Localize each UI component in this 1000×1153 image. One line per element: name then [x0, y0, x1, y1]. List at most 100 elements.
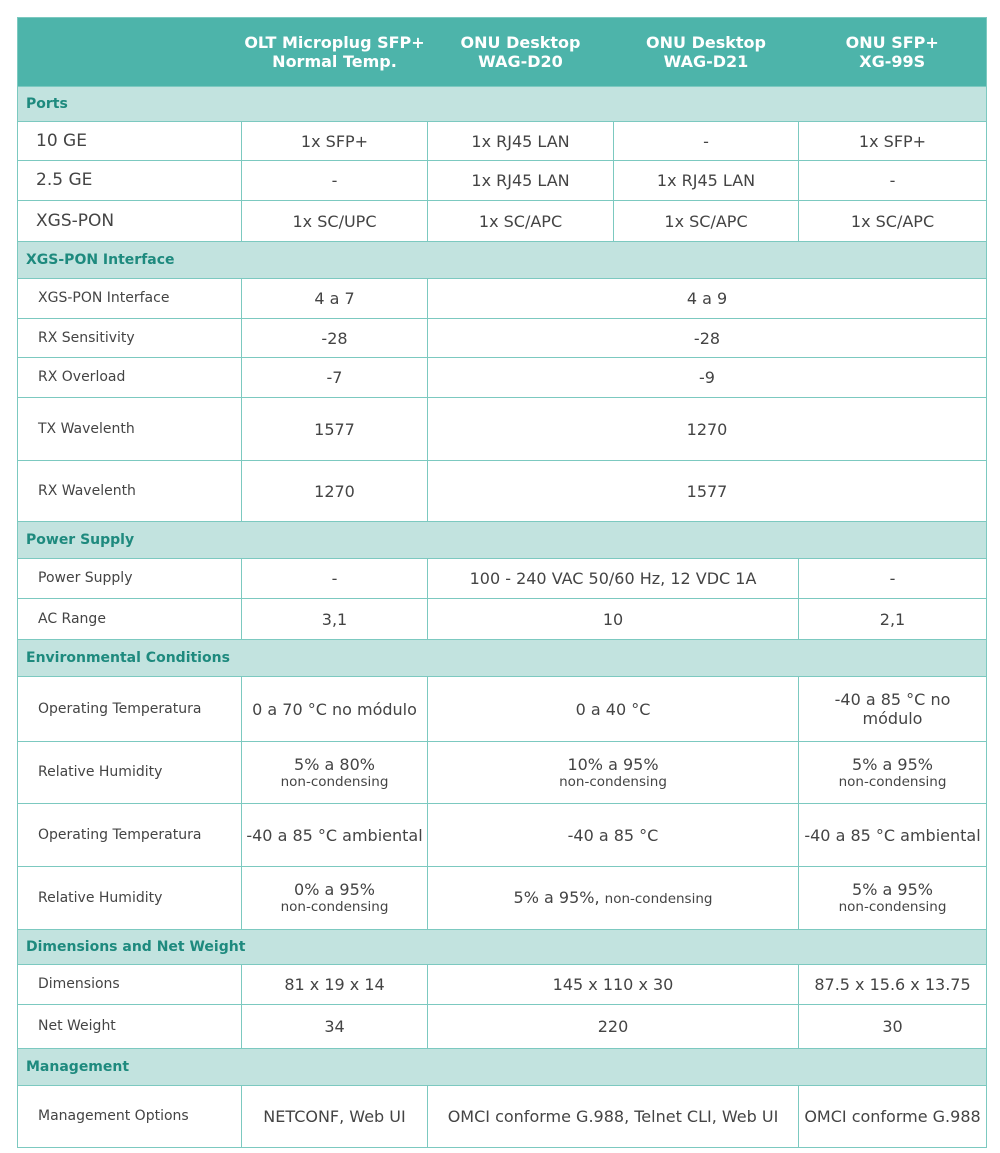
table-cell: NETCONF, Web UI: [241, 1085, 428, 1148]
table-row: 10 GE 1x SFP+ 1x RJ45 LAN - 1x SFP+: [17, 121, 987, 161]
table-cell: 1x SFP+: [798, 121, 987, 161]
cell-value: -28: [693, 328, 721, 348]
cell-value: -7: [326, 368, 343, 387]
table-row: XGS-PON Interface 4 a 7 4 a 9: [17, 278, 987, 319]
table-cell: 1270: [241, 460, 428, 522]
table-cell: -28: [241, 318, 428, 358]
table-row: RX Wavelenth 1270 1577: [17, 460, 987, 522]
cell-value: 1x SFP+: [300, 131, 369, 151]
column-header: ONU Desktop WAG-D21: [613, 17, 799, 87]
table-cell: 1577: [241, 397, 428, 461]
cell-value: -: [889, 171, 896, 190]
table-cell: -40 a 85 °C no módulo: [798, 676, 987, 742]
table-cell: OMCI conforme G.988, Telnet CLI, Web UI: [427, 1085, 799, 1148]
column-title: ONU Desktop WAG-D20: [460, 33, 581, 71]
section-row: Environmental Conditions: [17, 639, 987, 677]
cell-value: 3,1: [321, 609, 348, 629]
cell-value: 1x RJ45 LAN: [656, 171, 756, 190]
cell-value: 1x SC/APC: [850, 211, 935, 231]
section-title: Dimensions and Net Weight: [17, 929, 987, 965]
header-row: OLT Microplug SFP+ Normal Temp. ONU Deskt…: [17, 17, 987, 87]
cell-note: non-condensing: [280, 773, 389, 790]
row-label: RX Overload: [17, 357, 242, 398]
row-label: XGS-PON Interface: [17, 278, 242, 319]
table-cell: 0% a 95% non-condensing: [241, 866, 428, 930]
table-cell: 2,1: [798, 598, 987, 640]
table-row: RX Sensitivity -28 -28: [17, 318, 987, 358]
cell-value: 5% a 95%: [852, 880, 933, 899]
table-cell: -: [241, 160, 428, 201]
column-title: OLT Microplug SFP+ Normal Temp.: [244, 33, 425, 71]
table-cell: 5% a 80% non-condensing: [241, 741, 428, 804]
table-cell: 1x SC/APC: [798, 200, 987, 242]
table-cell: 1x SC/UPC: [241, 200, 428, 242]
table-cell: 0 a 70 °C no módulo: [241, 676, 428, 742]
table-cell: 1577: [427, 460, 987, 522]
cell-value: -: [703, 131, 709, 151]
table-cell: 4 a 7: [241, 278, 428, 319]
table-cell: 1x SC/APC: [613, 200, 799, 242]
cell-value: 1x RJ45 LAN: [471, 131, 570, 151]
table-cell: 4 a 9: [427, 278, 987, 319]
cell-value: 1x RJ45 LAN: [471, 171, 570, 190]
table-cell: 10: [427, 598, 799, 640]
table-row: TX Wavelenth 1577 1270: [17, 397, 987, 461]
table-cell: 1x RJ45 LAN: [613, 160, 799, 201]
cell-value: 10: [602, 609, 624, 629]
column-title: ONU SFP+ XG-99S: [845, 33, 939, 71]
section-row: Power Supply: [17, 521, 987, 559]
table-row: 2.5 GE - 1x RJ45 LAN 1x RJ45 LAN -: [17, 160, 987, 201]
cell-value: NETCONF, Web UI: [263, 1107, 406, 1126]
cell-value: -40 a 85 °C: [567, 825, 659, 845]
section-row: Dimensions and Net Weight: [17, 929, 987, 965]
cell-value: -40 a 85 °C no módulo: [834, 690, 951, 728]
table-cell: -40 a 85 °C ambiental: [241, 803, 428, 867]
cell-value: -: [889, 569, 896, 588]
table-cell: -: [798, 160, 987, 201]
header-corner: [17, 17, 242, 87]
column-header: ONU Desktop WAG-D20: [427, 17, 614, 87]
column-title: ONU Desktop WAG-D21: [646, 33, 766, 71]
cell-value: 1x SC/UPC: [292, 211, 377, 231]
row-label: Operating Temperatura: [17, 803, 242, 867]
table-cell: -: [241, 558, 428, 599]
section-row: XGS-PON Interface: [17, 241, 987, 279]
table-cell: 81 x 19 x 14: [241, 964, 428, 1005]
row-label: 2.5 GE: [17, 160, 242, 201]
cell-value: -: [331, 171, 338, 190]
table-cell: 1x SC/APC: [427, 200, 614, 242]
cell-value: 1x SFP+: [858, 131, 927, 151]
cell-value: -28: [321, 328, 348, 348]
cell-value: 1577: [686, 481, 728, 501]
cell-value: OMCI conforme G.988, Telnet CLI, Web UI: [447, 1107, 779, 1126]
cell-value: 145 x 110 x 30: [552, 975, 674, 994]
cell-value: 0 a 70 °C no módulo: [252, 699, 417, 719]
table-cell: 5% a 95% non-condensing: [798, 866, 987, 930]
section-row: Management: [17, 1048, 987, 1086]
table-cell: 10% a 95% non-condensing: [427, 741, 799, 804]
row-label: Relative Humidity: [17, 741, 242, 804]
table-cell: 87.5 x 15.6 x 13.75: [798, 964, 987, 1005]
section-title: Management: [17, 1048, 987, 1086]
table-cell: 1270: [427, 397, 987, 461]
cell-note: non-condensing: [604, 890, 713, 907]
section-row: Ports: [17, 86, 987, 122]
section-title: Power Supply: [17, 521, 987, 559]
table-cell: -: [798, 558, 987, 599]
row-label: XGS-PON: [17, 200, 242, 242]
cell-value: -40 a 85 °C ambiental: [804, 825, 981, 845]
cell-value: 1x SC/APC: [478, 211, 563, 231]
row-label: TX Wavelenth: [17, 397, 242, 461]
cell-value: 1270: [314, 481, 355, 501]
table-row: AC Range 3,1 10 2,1: [17, 598, 987, 640]
row-label: Management Options: [17, 1085, 242, 1148]
row-label: Net Weight: [17, 1004, 242, 1049]
section-title: Environmental Conditions: [17, 639, 987, 677]
table-cell: 3,1: [241, 598, 428, 640]
table-cell: 5% a 95%, non-condensing: [427, 866, 799, 930]
table-cell: -40 a 85 °C: [427, 803, 799, 867]
cell-value: 0 a 40 °C: [575, 699, 651, 719]
cell-value: 81 x 19 x 14: [284, 975, 385, 994]
table-row: RX Overload -7 -9: [17, 357, 987, 398]
cell-value: 1577: [314, 419, 355, 439]
